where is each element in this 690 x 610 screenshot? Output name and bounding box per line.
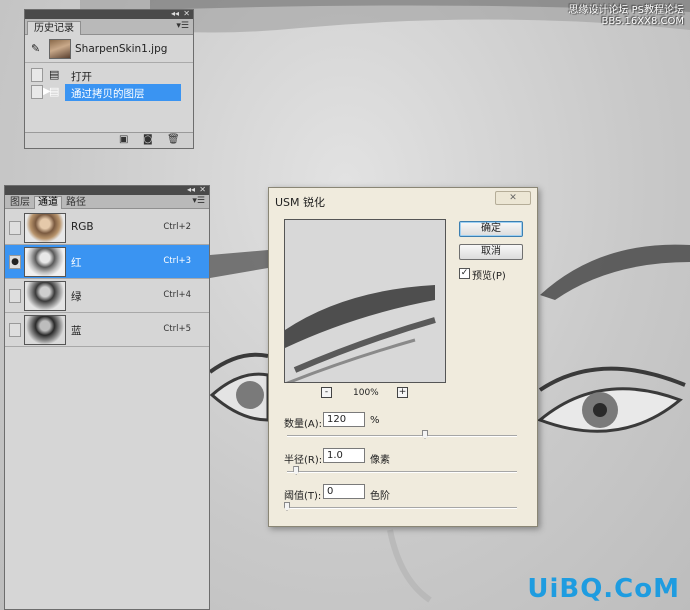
history-source-checkbox[interactable] <box>31 68 43 82</box>
threshold-slider-track[interactable] <box>287 507 517 509</box>
tab-history[interactable]: 历史记录 <box>27 21 81 35</box>
history-snapshot[interactable]: ✎ SharpenSkin1.jpg <box>25 37 193 63</box>
zoom-level: 100% <box>353 388 379 398</box>
close-icon[interactable]: ✕ <box>199 185 206 195</box>
zoom-in-button[interactable]: + <box>397 387 408 398</box>
document-icon: ▤ <box>49 85 60 98</box>
snapshot-thumbnail <box>49 39 71 59</box>
document-icon: ▤ <box>49 68 60 81</box>
new-document-from-state-icon[interactable]: ▣ <box>119 134 128 145</box>
channels-panel-titlebar[interactable]: ◂◂ ✕ <box>5 185 209 195</box>
close-icon[interactable]: ✕ <box>183 9 190 19</box>
radius-input[interactable]: 1.0 <box>323 448 365 463</box>
close-icon[interactable]: ✕ <box>495 191 531 205</box>
history-brush-icon[interactable]: ✎ <box>31 43 43 55</box>
cancel-button[interactable]: 取消 <box>459 244 523 260</box>
filter-preview[interactable] <box>284 219 446 383</box>
channel-name: RGB <box>71 221 94 233</box>
visibility-toggle[interactable] <box>9 221 21 235</box>
site-watermark: UiBQ.CoM <box>527 574 680 604</box>
panel-menu-icon[interactable]: ▾☰ <box>192 196 205 206</box>
ok-button[interactable]: 确定 <box>459 221 523 237</box>
tab-paths[interactable]: 路径 <box>62 196 90 209</box>
channel-shortcut: Ctrl+4 <box>163 290 191 300</box>
threshold-label: 阈值(T): <box>284 491 322 502</box>
radius-label: 半径(R): <box>284 455 323 466</box>
history-tabbar: 历史记录 ▾☰ <box>25 19 193 35</box>
preview-checkbox[interactable]: ✓ <box>459 268 470 279</box>
collapse-icon[interactable]: ◂◂ <box>187 185 195 195</box>
visibility-toggle[interactable] <box>9 323 21 337</box>
watermark-line: BBS.16XX8.COM <box>601 16 684 27</box>
eye-icon[interactable]: ● <box>9 255 21 269</box>
tab-layers[interactable]: 图层 <box>6 196 34 209</box>
channel-shortcut: Ctrl+3 <box>163 256 191 266</box>
history-footer: ▣ ◙ 🗑 <box>25 132 193 148</box>
threshold-slider-thumb[interactable] <box>284 502 290 511</box>
visibility-toggle[interactable] <box>9 289 21 303</box>
watermark-line: 思缘设计论坛 <box>568 5 629 16</box>
trash-icon[interactable]: 🗑 <box>167 134 180 145</box>
camera-snapshot-icon[interactable]: ◙ <box>143 134 153 145</box>
preview-artwork <box>285 220 445 382</box>
threshold-unit: 色阶 <box>370 491 390 502</box>
history-panel-titlebar[interactable]: ◂◂ ✕ <box>25 9 193 19</box>
channel-row-red[interactable]: ● 红 Ctrl+3 <box>5 245 209 279</box>
channel-thumbnail <box>24 247 66 277</box>
panel-menu-icon[interactable]: ▾☰ <box>176 21 189 31</box>
usm-sharpen-dialog: USM 锐化 ✕ - 100% + 确定 取消 ✓ 预览(P) 数量(A): 1… <box>268 187 538 527</box>
history-step-label: 打开 <box>71 71 92 83</box>
forum-watermark: 思缘设计论坛 PS教程论坛 BBS.16XX8.COM <box>568 5 684 27</box>
collapse-icon[interactable]: ◂◂ <box>171 9 179 19</box>
channel-name: 红 <box>71 257 82 269</box>
channel-thumbnail <box>24 213 66 243</box>
amount-input[interactable]: 120 <box>323 412 365 427</box>
threshold-input[interactable]: 0 <box>323 484 365 499</box>
history-panel: ◂◂ ✕ 历史记录 ▾☰ ✎ SharpenSkin1.jpg ▤ 打开 ▶ ▤… <box>24 9 194 149</box>
history-step-selected[interactable]: ▶ ▤ 通过拷贝的图层 <box>25 84 193 101</box>
channel-shortcut: Ctrl+5 <box>163 324 191 334</box>
channel-thumbnail <box>24 281 66 311</box>
amount-slider-track[interactable] <box>287 435 517 437</box>
channels-panel: ◂◂ ✕ 图层 通道 路径 ▾☰ RGB Ctrl+2 ● 红 Ctrl+3 绿… <box>4 185 210 610</box>
history-step-label: 通过拷贝的图层 <box>71 88 145 100</box>
amount-label: 数量(A): <box>284 419 323 430</box>
channel-row-green[interactable]: 绿 Ctrl+4 <box>5 279 209 313</box>
channels-tabbar: 图层 通道 路径 ▾☰ <box>5 195 209 209</box>
radius-unit: 像素 <box>370 455 390 466</box>
history-source-checkbox[interactable] <box>31 85 43 99</box>
channel-name: 蓝 <box>71 325 82 337</box>
radius-slider-track[interactable] <box>287 471 517 473</box>
channel-row-rgb[interactable]: RGB Ctrl+2 <box>5 211 209 245</box>
snapshot-label: SharpenSkin1.jpg <box>75 43 168 55</box>
radius-slider-thumb[interactable] <box>293 466 300 475</box>
amount-unit: % <box>370 415 380 426</box>
amount-slider-thumb[interactable] <box>422 430 428 439</box>
channel-shortcut: Ctrl+2 <box>163 222 191 232</box>
channel-name: 绿 <box>71 291 82 303</box>
preview-label: 预览(P) <box>472 271 506 282</box>
channel-thumbnail <box>24 315 66 345</box>
zoom-out-button[interactable]: - <box>321 387 332 398</box>
channel-row-blue[interactable]: 蓝 Ctrl+5 <box>5 313 209 347</box>
tab-channels[interactable]: 通道 <box>34 196 62 209</box>
dialog-title: USM 锐化 <box>275 196 326 209</box>
watermark-line: PS教程论坛 <box>631 5 684 16</box>
history-step[interactable]: ▤ 打开 <box>25 67 193 84</box>
